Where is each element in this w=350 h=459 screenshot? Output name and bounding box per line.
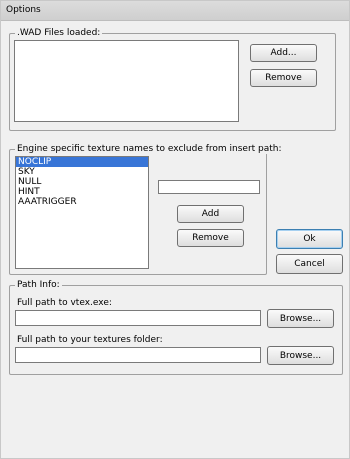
texture-list-item[interactable]: HINT bbox=[16, 187, 148, 197]
ok-button[interactable]: Ok bbox=[276, 229, 343, 249]
cancel-button[interactable]: Cancel bbox=[276, 254, 343, 274]
window-title: Options bbox=[6, 5, 41, 15]
texture-remove-button[interactable]: Remove bbox=[177, 229, 244, 247]
texture-list-item[interactable]: NOCLIP bbox=[16, 157, 148, 167]
vtex-path-label: Full path to vtex.exe: bbox=[17, 298, 112, 308]
texture-name-input[interactable] bbox=[158, 180, 260, 194]
wad-files-legend: .WAD Files loaded: bbox=[15, 28, 103, 38]
texture-names-list[interactable]: NOCLIP SKY NULL HINT AAATRIGGER bbox=[15, 156, 149, 269]
options-dialog: Options .WAD Files loaded: Add... Remove… bbox=[0, 0, 350, 459]
texture-add-button[interactable]: Add bbox=[177, 205, 244, 223]
title-bar[interactable]: Options bbox=[1, 1, 349, 21]
texture-list-item[interactable]: AAATRIGGER bbox=[16, 197, 148, 207]
wad-add-button[interactable]: Add... bbox=[250, 44, 317, 62]
texture-list-item[interactable]: SKY bbox=[16, 167, 148, 177]
texture-exclude-legend: Engine specific texture names to exclude… bbox=[15, 144, 284, 154]
wad-remove-button[interactable]: Remove bbox=[250, 69, 317, 87]
vtex-path-input[interactable] bbox=[15, 310, 261, 326]
wad-files-list[interactable] bbox=[14, 40, 239, 122]
path-info-legend: Path Info: bbox=[15, 280, 62, 290]
textures-path-label: Full path to your textures folder: bbox=[17, 335, 163, 345]
texture-list-item[interactable]: NULL bbox=[16, 177, 148, 187]
textures-browse-button[interactable]: Browse... bbox=[267, 346, 334, 365]
textures-path-input[interactable] bbox=[15, 347, 261, 363]
vtex-browse-button[interactable]: Browse... bbox=[267, 309, 334, 328]
